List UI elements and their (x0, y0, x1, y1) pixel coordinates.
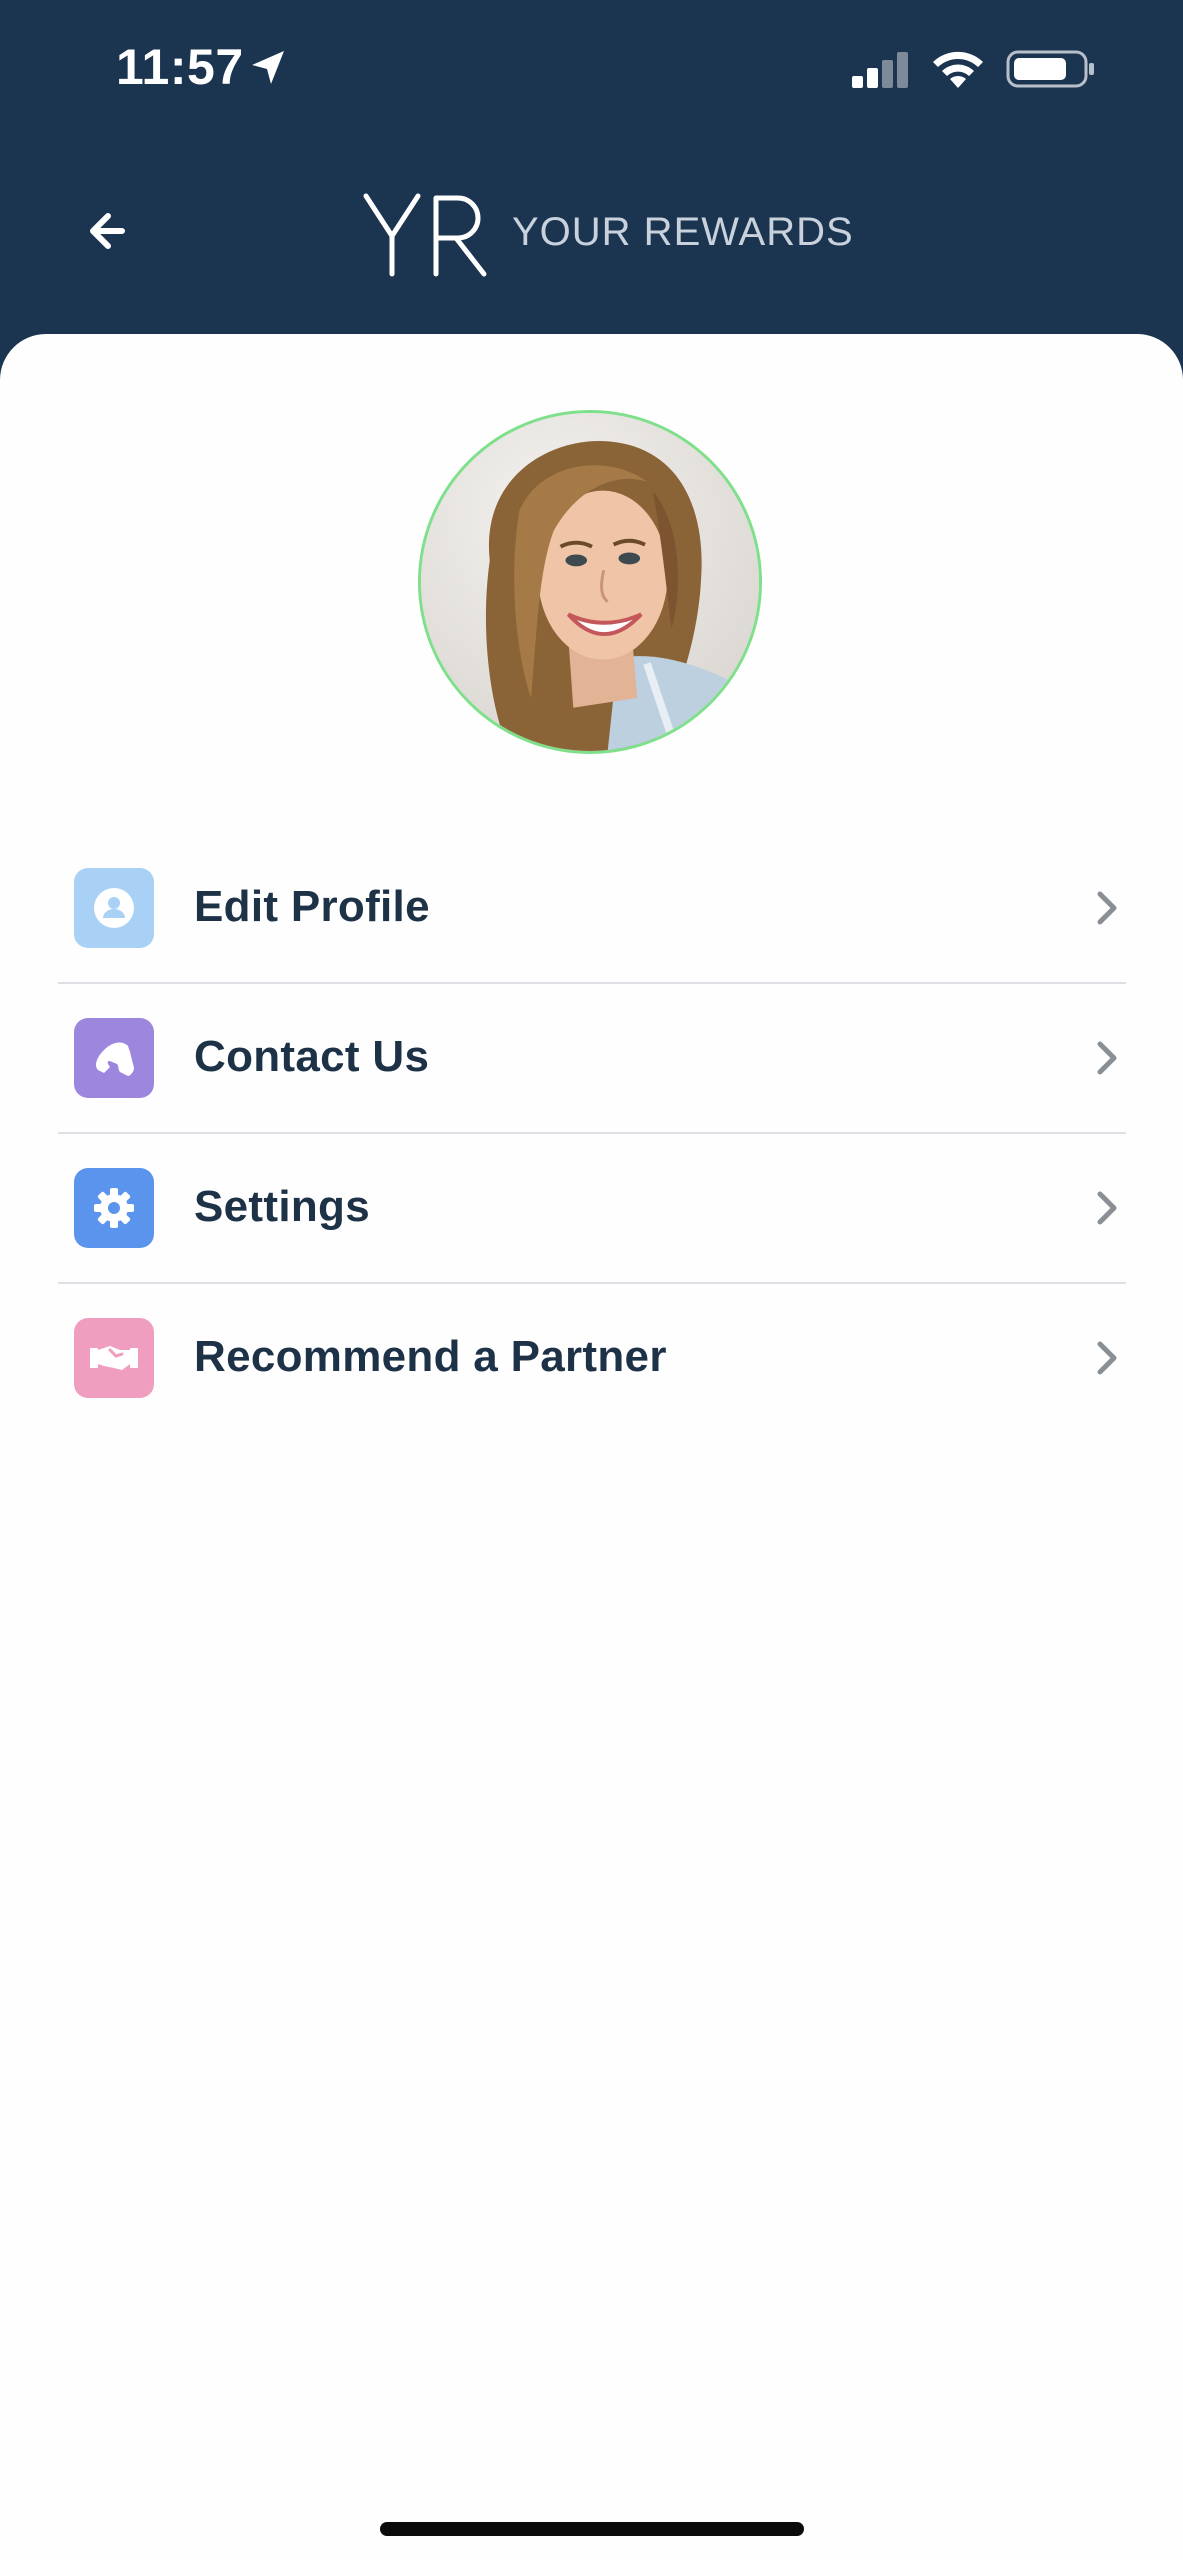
location-arrow-icon (252, 51, 284, 84)
chevron-right-icon (1097, 891, 1117, 925)
handshake-icon (74, 1318, 154, 1398)
content-card: Edit Profile Contact Us Settings Recomme… (0, 334, 1183, 2560)
menu-list: Edit Profile Contact Us Settings Recomme… (58, 834, 1126, 1432)
user-icon (74, 868, 154, 948)
chevron-right-icon (1097, 1041, 1117, 1075)
status-bar: 11:57 (0, 0, 1183, 140)
back-button[interactable] (80, 200, 142, 262)
home-indicator[interactable] (380, 2522, 804, 2536)
chevron-right-icon (1097, 1341, 1117, 1375)
avatar-photo (421, 413, 759, 751)
battery-icon (1006, 50, 1094, 88)
menu-item-label: Edit Profile (194, 882, 430, 931)
menu-item-label: Contact Us (194, 1032, 430, 1081)
status-time: 11:57 (116, 39, 244, 95)
chevron-right-icon (1097, 1191, 1117, 1225)
cellular-signal-icon (852, 52, 908, 88)
menu-item-edit-profile[interactable]: Edit Profile (58, 834, 1126, 984)
profile-screen: 11:57 YOUR REWARDS Edit Profile Contact … (0, 0, 1183, 2560)
gear-icon (74, 1168, 154, 1248)
yr-logo (363, 193, 487, 277)
menu-item-label: Recommend a Partner (194, 1332, 667, 1381)
menu-item-settings[interactable]: Settings (58, 1134, 1126, 1284)
app-header: YOUR REWARDS (0, 140, 1183, 334)
menu-item-label: Settings (194, 1182, 370, 1231)
wifi-icon (933, 51, 983, 88)
phone-icon (74, 1018, 154, 1098)
avatar[interactable] (418, 410, 762, 754)
menu-item-contact-us[interactable]: Contact Us (58, 984, 1126, 1134)
menu-item-recommend-partner[interactable]: Recommend a Partner (58, 1284, 1126, 1432)
brand-name: YOUR REWARDS (512, 210, 854, 254)
